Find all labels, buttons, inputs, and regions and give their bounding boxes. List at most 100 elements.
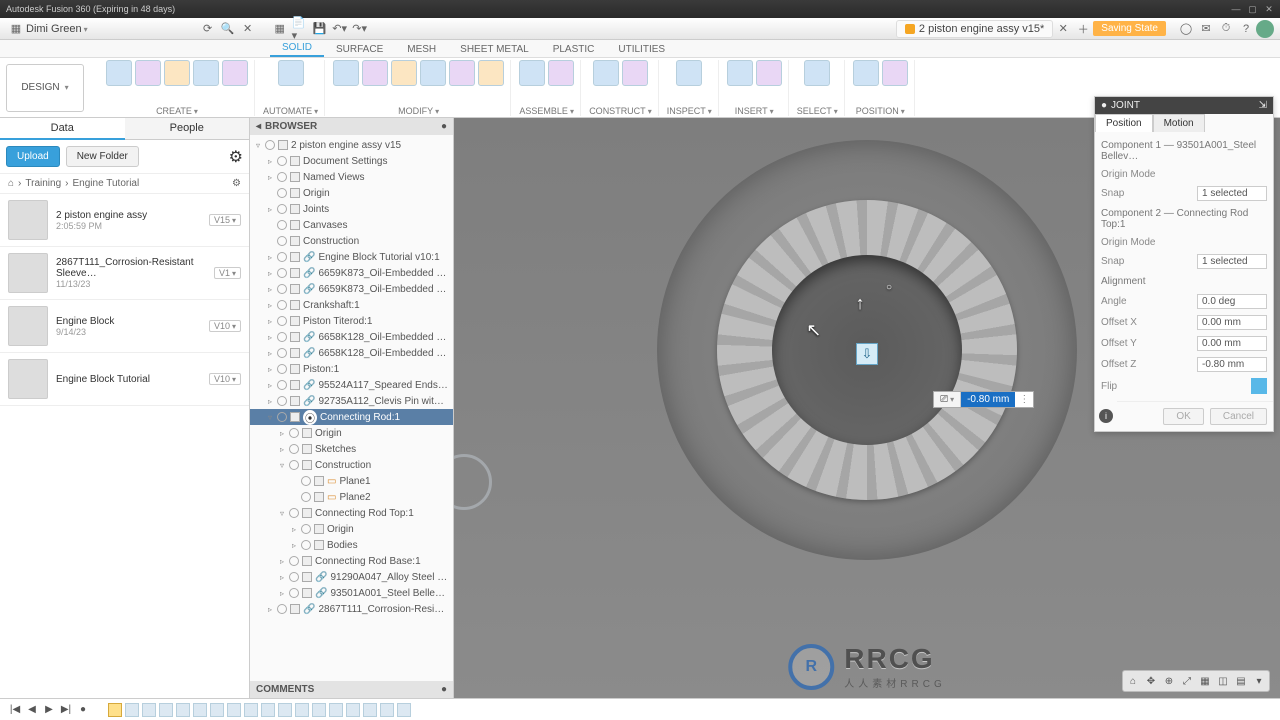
timeline-ctrl-2[interactable]: ▶ — [42, 703, 56, 717]
visibility-icon[interactable] — [277, 268, 287, 278]
timeline-feature-4[interactable] — [176, 703, 190, 717]
project-version[interactable]: V15 — [209, 214, 241, 226]
home-icon[interactable]: ⌂ — [8, 178, 14, 189]
user-name[interactable]: Dimi Green — [26, 23, 88, 35]
browser-menu-icon[interactable]: ● — [441, 121, 447, 132]
search-icon[interactable]: 🔍 — [220, 21, 236, 37]
tree-row[interactable]: ▹Origin — [250, 425, 453, 441]
project-version[interactable]: V1 — [214, 267, 241, 279]
ribbon-label[interactable]: AUTOMATE — [263, 106, 318, 116]
tree-row[interactable]: ▹🔗95524A117_Speared Ends Externa… — [250, 377, 453, 393]
notifications-icon[interactable]: ✉ — [1198, 21, 1214, 37]
project-item[interactable]: 2 piston engine assy2:05:59 PMV15 — [0, 194, 249, 247]
project-item[interactable]: Engine Block TutorialV10 — [0, 353, 249, 406]
modify-tool-4-icon[interactable] — [420, 60, 446, 86]
expand-icon[interactable]: ▹ — [278, 573, 286, 582]
timeline-feature-12[interactable] — [312, 703, 326, 717]
viewnav-6-icon[interactable]: ▤ — [1233, 673, 1249, 689]
tree-row[interactable]: ▹🔗92735A112_Clevis Pin with Retaini… — [250, 393, 453, 409]
visibility-icon[interactable] — [277, 156, 287, 166]
tree-row[interactable]: ▹Sketches — [250, 441, 453, 457]
timeline-feature-9[interactable] — [261, 703, 275, 717]
tree-row[interactable]: ▹🔗6659K873_Oil-Embedded Flanged S… — [250, 281, 453, 297]
undo-icon[interactable]: ↶▾ — [332, 21, 348, 37]
info-icon[interactable]: i — [1099, 409, 1113, 423]
expand-icon[interactable]: ▹ — [266, 349, 274, 358]
viewnav-2-icon[interactable]: ⊕ — [1161, 673, 1177, 689]
expand-icon[interactable]: ▹ — [266, 301, 274, 310]
viewnav-7-icon[interactable]: ▾ — [1251, 673, 1267, 689]
ribbon-label[interactable]: CONSTRUCT — [589, 106, 652, 116]
tree-row[interactable]: ▭Plane1 — [250, 473, 453, 489]
maximize-icon[interactable]: ▢ — [1247, 4, 1257, 15]
visibility-icon[interactable] — [289, 588, 299, 598]
modify-tool-5-icon[interactable] — [449, 60, 475, 86]
workspace-tab-sheet metal[interactable]: SHEET METAL — [448, 42, 541, 57]
new-tab-icon[interactable]: ＋ — [1075, 21, 1091, 37]
position-tool-2-icon[interactable] — [882, 60, 908, 86]
tree-row[interactable]: ▿2 piston engine assy v15 — [250, 137, 453, 153]
dimension-value[interactable]: -0.80 mm — [961, 392, 1015, 407]
ok-button[interactable]: OK — [1163, 408, 1203, 425]
upload-button[interactable]: Upload — [6, 146, 60, 167]
inspect-tool-1-icon[interactable] — [676, 60, 702, 86]
breadcrumb-2[interactable]: Engine Tutorial — [73, 178, 140, 189]
new-folder-button[interactable]: New Folder — [66, 146, 139, 167]
modify-tool-6-icon[interactable] — [478, 60, 504, 86]
tree-row[interactable]: ▹🔗2867T111_Corrosion-Resistan… — [250, 601, 453, 617]
visibility-icon[interactable] — [289, 428, 299, 438]
visibility-icon[interactable] — [301, 540, 311, 550]
visibility-icon[interactable] — [265, 140, 275, 150]
automate-tool-1-icon[interactable] — [278, 60, 304, 86]
snap-1-value[interactable]: 1 selected — [1197, 186, 1267, 201]
dimension-type-icon[interactable]: ⎚ — [934, 392, 961, 407]
jobs-icon[interactable]: ⏱ — [1218, 21, 1234, 37]
expand-icon[interactable]: ▿ — [278, 509, 286, 518]
locate-icon[interactable]: ⦿ — [303, 410, 317, 425]
visibility-icon[interactable] — [289, 556, 299, 566]
visibility-icon[interactable] — [277, 252, 287, 262]
tree-row[interactable]: Origin — [250, 185, 453, 201]
viewnav-4-icon[interactable]: ▦ — [1197, 673, 1213, 689]
align-value[interactable]: 0.00 mm — [1197, 336, 1267, 351]
snap-2-value[interactable]: 1 selected — [1197, 254, 1267, 269]
visibility-icon[interactable] — [301, 492, 311, 502]
expand-icon[interactable]: ▹ — [278, 445, 286, 454]
expand-icon[interactable]: ▹ — [266, 605, 274, 614]
grid-icon[interactable]: ▦ — [272, 21, 288, 37]
timeline-feature-10[interactable] — [278, 703, 292, 717]
project-version[interactable]: V10 — [209, 320, 241, 332]
expand-icon[interactable]: ▹ — [266, 173, 274, 182]
ribbon-label[interactable]: CREATE — [156, 106, 198, 116]
ribbon-label[interactable]: SELECT — [797, 106, 838, 116]
expand-icon[interactable]: ▹ — [266, 317, 274, 326]
tree-row[interactable]: Construction — [250, 233, 453, 249]
tree-row[interactable]: ▭Plane2 — [250, 489, 453, 505]
save-icon[interactable]: 💾 — [312, 21, 328, 37]
cancel-button[interactable]: Cancel — [1210, 408, 1267, 425]
ribbon-label[interactable]: INSERT — [735, 106, 774, 116]
ribbon-label[interactable]: MODIFY — [398, 106, 439, 116]
workspace-tab-surface[interactable]: SURFACE — [324, 42, 395, 57]
timeline-feature-6[interactable] — [210, 703, 224, 717]
viewnav-3-icon[interactable]: ⤢ — [1179, 673, 1195, 689]
create-tool-5-icon[interactable] — [222, 60, 248, 86]
modify-tool-2-icon[interactable] — [362, 60, 388, 86]
joint-origin-icon[interactable]: ⇩ — [856, 343, 878, 365]
timeline-feature-5[interactable] — [193, 703, 207, 717]
tree-row[interactable]: ▹Crankshaft:1 — [250, 297, 453, 313]
close-icon[interactable]: ✕ — [1264, 4, 1274, 15]
dimension-menu-icon[interactable]: ⋮ — [1015, 392, 1033, 407]
timeline-feature-0[interactable] — [108, 703, 122, 717]
project-item[interactable]: 2867T111_Corrosion-Resistant Sleeve…11/1… — [0, 247, 249, 300]
visibility-icon[interactable] — [277, 412, 287, 422]
help-icon[interactable]: ? — [1238, 21, 1254, 37]
project-item[interactable]: Engine Block9/14/23V10 — [0, 300, 249, 353]
breadcrumb[interactable]: ⌂ › Training › Engine Tutorial ⚙ — [0, 174, 249, 194]
tree-row[interactable]: ▹Piston:1 — [250, 361, 453, 377]
timeline-feature-1[interactable] — [125, 703, 139, 717]
joint-panel[interactable]: ● JOINT ⇲ Position Motion Component 1 — … — [1094, 96, 1274, 432]
modify-tool-1-icon[interactable] — [333, 60, 359, 86]
joint-handle-icon[interactable]: ○ — [886, 282, 892, 293]
select-tool-1-icon[interactable] — [804, 60, 830, 86]
